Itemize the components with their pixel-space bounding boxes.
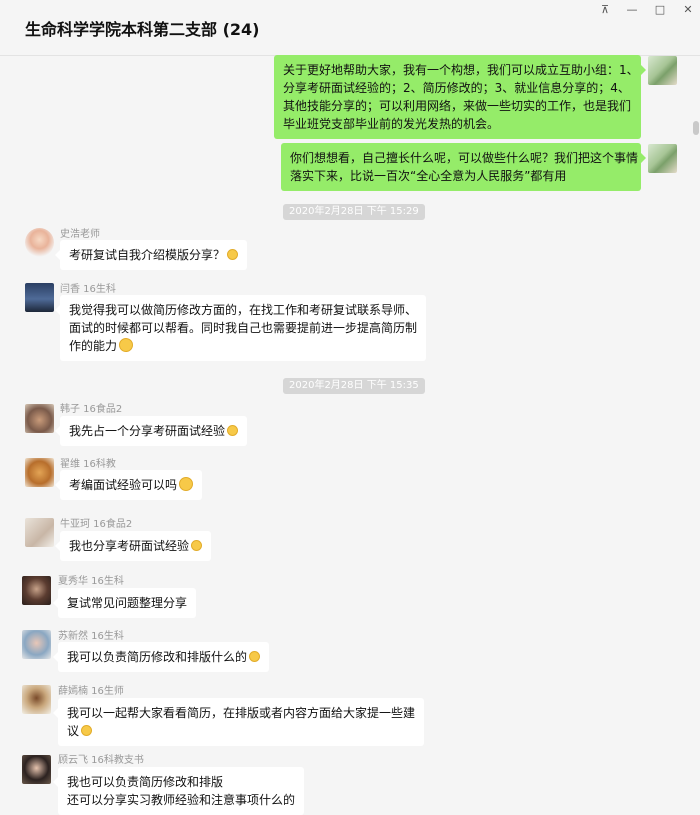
message-text-line: 我先占一个分享考研面试经验 bbox=[69, 422, 239, 440]
sender-avatar[interactable] bbox=[25, 518, 54, 547]
close-button[interactable]: ✕ bbox=[676, 2, 700, 18]
self-avatar[interactable] bbox=[648, 144, 677, 173]
timestamp: 2020年2月28日 下午 15:29 bbox=[283, 204, 425, 220]
emoji-icon bbox=[249, 651, 261, 662]
title-bar: 生命科学学院本科第二支部 (24) ⊼ — □ ✕ bbox=[0, 0, 700, 56]
message-text-line: 关于更好地帮助大家，我有一个构想，我们可以成立互助小组：1、 bbox=[283, 63, 639, 77]
message-text-line: 落实下来，比说一百次“全心全意为人民服务”都有用 bbox=[290, 169, 567, 183]
message-text-line: 还可以分享实习教师经验和注意事项什么的 bbox=[67, 793, 296, 807]
message-text-line: 分享考研面试经验的；2、简历修改的；3、就业信息分享的；4、 bbox=[283, 81, 630, 95]
message-text-line: 其他技能分享的；可以利用网络，来做一些切实的工作，也是我们 bbox=[283, 99, 632, 113]
sender-name: 薛嫣楠 16生师 bbox=[58, 686, 124, 697]
message-text-line: 我觉得我可以做简历修改方面的，在找工作和考研复试联系导师、 bbox=[69, 303, 418, 317]
emoji-icon bbox=[179, 477, 194, 491]
sender-avatar[interactable] bbox=[25, 404, 54, 433]
pin-icon[interactable]: ⊼ bbox=[593, 2, 617, 18]
minimize-button[interactable]: — bbox=[620, 2, 644, 18]
message-text-line: 考研复试自我介绍模版分享？ bbox=[69, 246, 239, 264]
emoji-icon bbox=[119, 338, 134, 352]
sender-name: 韩子 16食品2 bbox=[60, 404, 123, 415]
message-text-line: 考编面试经验可以吗 bbox=[69, 476, 194, 494]
message-text-line: 面试的时候都可以帮看。同时我自己也需要提前进一步提高简历制 bbox=[69, 321, 418, 335]
chat-title: 生命科学学院本科第二支部 (24) bbox=[25, 20, 260, 39]
message-text-line: 议 bbox=[67, 722, 415, 740]
message-bubble-incoming[interactable]: 我可以一起帮大家看看简历，在排版或者内容方面给大家提一些建 议 bbox=[52, 698, 425, 746]
sender-name: 苏新然 16生科 bbox=[58, 631, 124, 642]
emoji-icon bbox=[227, 249, 239, 260]
message-bubble-incoming[interactable]: 复试常见问题整理分享 bbox=[52, 588, 197, 618]
sender-name: 夏秀华 16生科 bbox=[58, 576, 124, 587]
sender-name: 翟维 16科教 bbox=[60, 459, 116, 470]
message-bubble-incoming[interactable]: 我也可以负责简历修改和排版 还可以分享实习教师经验和注意事项什么的 bbox=[52, 767, 305, 815]
message-text-line: 作的能力 bbox=[69, 337, 417, 355]
sender-name: 牛亚珂 16食品2 bbox=[60, 519, 133, 530]
message-text-line: 毕业班党支部毕业前的发光发热的机会。 bbox=[283, 117, 500, 131]
sender-avatar[interactable] bbox=[25, 283, 54, 312]
message-bubble-incoming[interactable]: 我觉得我可以做简历修改方面的，在找工作和考研复试联系导师、 面试的时候都可以帮看… bbox=[54, 295, 427, 361]
message-text-line: 我可以一起帮大家看看简历，在排版或者内容方面给大家提一些建 bbox=[67, 706, 416, 720]
maximize-button[interactable]: □ bbox=[648, 2, 672, 18]
message-bubble-outgoing[interactable]: 关于更好地帮助大家，我有一个构想，我们可以成立互助小组：1、 分享考研面试经验的… bbox=[274, 55, 646, 139]
message-bubble-incoming[interactable]: 我也分享考研面试经验 bbox=[54, 531, 212, 561]
sender-avatar[interactable] bbox=[22, 755, 51, 784]
self-avatar[interactable] bbox=[648, 56, 677, 85]
scrollbar-thumb[interactable] bbox=[693, 121, 699, 135]
message-text-line: 复试常见问题整理分享 bbox=[67, 596, 188, 610]
sender-avatar[interactable] bbox=[22, 630, 51, 659]
message-text-line: 你们想想看，自己擅长什么呢，可以做些什么呢？我们把这个事情 bbox=[290, 151, 639, 165]
sender-avatar[interactable] bbox=[25, 228, 54, 257]
sender-name: 闫香 16生科 bbox=[60, 284, 116, 295]
message-text-line: 我也可以负责简历修改和排版 bbox=[67, 775, 224, 789]
emoji-icon bbox=[227, 425, 239, 436]
sender-name: 史浩老师 bbox=[60, 229, 100, 240]
message-bubble-incoming[interactable]: 我可以负责简历修改和排版什么的 bbox=[52, 642, 270, 672]
message-bubble-outgoing[interactable]: 你们想想看，自己擅长什么呢，可以做些什么呢？我们把这个事情 落实下来，比说一百次… bbox=[281, 143, 646, 191]
sender-avatar[interactable] bbox=[22, 685, 51, 714]
sender-avatar[interactable] bbox=[25, 458, 54, 487]
message-bubble-incoming[interactable]: 考编面试经验可以吗 bbox=[54, 470, 203, 500]
sender-name: 顾云飞 16科教支书 bbox=[58, 755, 144, 766]
scrollbar[interactable] bbox=[692, 57, 700, 815]
message-text-line: 我也分享考研面试经验 bbox=[69, 537, 203, 555]
message-bubble-incoming[interactable]: 考研复试自我介绍模版分享？ bbox=[54, 240, 248, 270]
sender-avatar[interactable] bbox=[22, 576, 51, 605]
timestamp: 2020年2月28日 下午 15:35 bbox=[283, 378, 425, 394]
emoji-icon bbox=[81, 725, 93, 736]
emoji-icon bbox=[191, 540, 203, 551]
message-text-line: 我可以负责简历修改和排版什么的 bbox=[67, 648, 261, 666]
message-bubble-incoming[interactable]: 我先占一个分享考研面试经验 bbox=[54, 416, 248, 446]
